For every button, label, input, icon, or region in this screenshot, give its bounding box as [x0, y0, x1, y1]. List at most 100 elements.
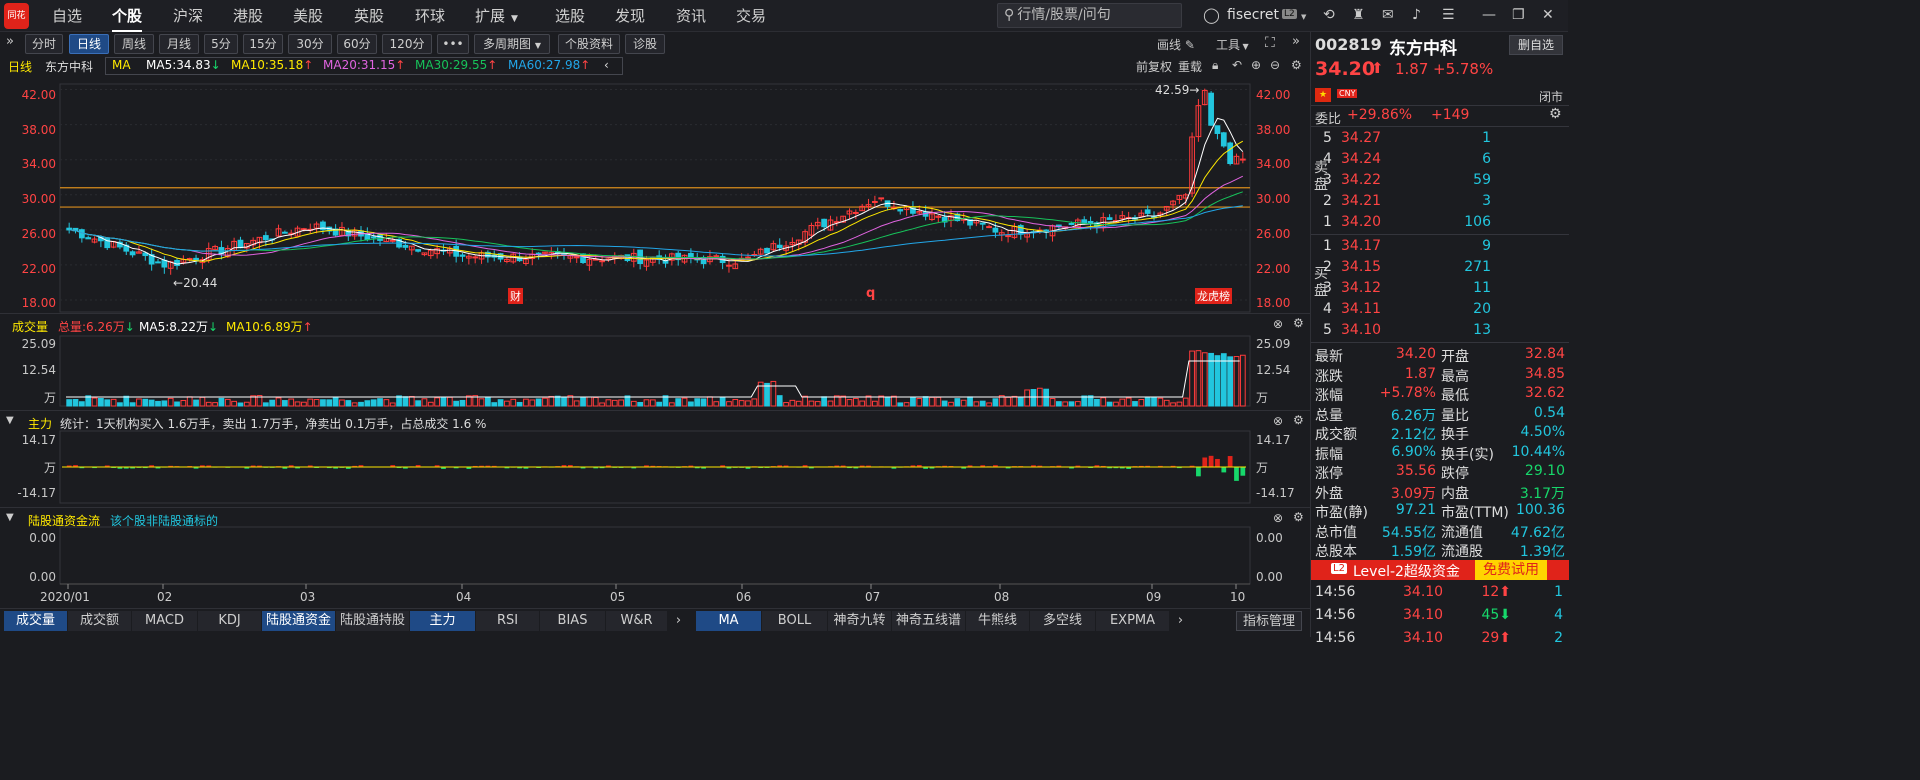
tab-magic-nine[interactable]: 神奇九转 [828, 611, 892, 631]
chevron-right-icon[interactable]: › [670, 611, 688, 631]
tab-long-short[interactable]: 多空线 [1030, 611, 1096, 631]
mail-icon[interactable]: ✉ [1382, 7, 1394, 23]
skin-icon[interactable]: ♜ [1352, 7, 1365, 23]
period-fenshi[interactable]: 分时 [25, 34, 63, 54]
tools-dropdown[interactable]: 工具 ▼ [1216, 36, 1249, 53]
diagnose-button[interactable]: 诊股 [625, 34, 665, 54]
username[interactable]: fisecret [1227, 7, 1279, 23]
tab-magic-five[interactable]: 神奇五线谱 [892, 611, 966, 631]
buy-row[interactable]: 2 34.15 271 [1311, 259, 1569, 278]
level2-banner[interactable]: L2 Level-2超级资金 免费试用 [1311, 560, 1569, 580]
tab-expma[interactable]: EXPMA [1096, 611, 1170, 631]
sell-row[interactable]: 5 34.27 1 [1311, 130, 1569, 149]
restore-icon[interactable]: ❐ [1512, 7, 1525, 23]
period-rixian[interactable]: 日线 [69, 34, 109, 54]
nav-item-ganggu[interactable]: 港股 [233, 0, 263, 32]
bell-icon[interactable]: ♪ [1412, 7, 1421, 23]
hk-flow-title[interactable]: 陆股通资金流 [28, 512, 100, 529]
user-avatar-icon[interactable]: ◯ [1203, 6, 1220, 24]
tab-macd[interactable]: MACD [132, 611, 198, 631]
tab-kdj[interactable]: KDJ [198, 611, 262, 631]
zoom-out-icon[interactable]: ⊖ [1270, 58, 1280, 72]
nav-item-yinggu[interactable]: 英股 [354, 0, 384, 32]
collapse-icon[interactable]: ▼ [6, 512, 14, 523]
stock-info-button[interactable]: 个股资料 [558, 34, 620, 54]
settings-gear-icon[interactable]: ⚙ [1291, 58, 1302, 72]
tab-volume[interactable]: 成交量 [4, 611, 68, 631]
zoom-in-icon[interactable]: ⊕ [1251, 58, 1261, 72]
close-panel-icon[interactable]: ⊗ [1273, 317, 1283, 331]
tab-rsi[interactable]: RSI [476, 611, 540, 631]
period-zhouxian[interactable]: 周线 [114, 34, 154, 54]
reload-button[interactable]: 重载 [1178, 58, 1202, 75]
search-box[interactable]: ⚲ 行情/股票/问句 [997, 3, 1182, 28]
indicator-manage-button[interactable]: 指标管理 [1236, 611, 1302, 631]
main-force-title[interactable]: 主力 [28, 415, 52, 432]
expand-left-icon[interactable]: » [6, 34, 14, 49]
multi-period-dropdown[interactable]: 多周期图 ▼ [474, 34, 550, 54]
close-panel-icon[interactable]: ⊗ [1273, 511, 1283, 525]
refresh-icon[interactable]: ⟲ [1323, 7, 1335, 23]
sell-row[interactable]: 1 34.20 106 [1311, 214, 1569, 233]
minimize-icon[interactable]: — [1482, 7, 1496, 23]
nav-item-jiaoyi[interactable]: 交易 [736, 0, 766, 32]
close-panel-icon[interactable]: ⊗ [1273, 414, 1283, 428]
app-logo[interactable]: 同花顺 [4, 3, 29, 47]
tab-amount[interactable]: 成交额 [68, 611, 132, 631]
draw-line-button[interactable]: 画线 ✎ [1157, 36, 1195, 53]
tab-bias[interactable]: BIAS [540, 611, 606, 631]
nav-item-zixun[interactable]: 资讯 [676, 0, 706, 32]
tab-bull-bear[interactable]: 牛熊线 [966, 611, 1030, 631]
user-menu-chevron-icon[interactable]: ▼ [1301, 13, 1306, 21]
sell-row[interactable]: 3 34.22 59 [1311, 172, 1569, 191]
more-periods-button[interactable]: ••• [437, 34, 469, 54]
sell-row[interactable]: 2 34.21 3 [1311, 193, 1569, 212]
collapse-left-icon[interactable]: ‹ [604, 58, 609, 72]
buy-row[interactable]: 4 34.11 20 [1311, 301, 1569, 320]
chevron-right-icon[interactable]: › [1172, 611, 1190, 631]
close-icon[interactable]: ✕ [1542, 7, 1554, 23]
dragon-tiger-marker[interactable]: 龙虎榜 [1195, 288, 1232, 304]
fq-button[interactable]: 前复权 [1136, 58, 1172, 75]
nav-item-kuozhan[interactable]: 扩展 ▼ [475, 0, 518, 32]
finance-marker[interactable]: 财 [508, 288, 523, 304]
buy-row[interactable]: 3 34.12 11 [1311, 280, 1569, 299]
nav-item-gegu[interactable]: 个股 [112, 0, 143, 32]
period-yuexian[interactable]: 月线 [159, 34, 199, 54]
expand-right-icon[interactable]: » [1292, 34, 1300, 49]
period-30min[interactable]: 30分 [288, 34, 332, 54]
nav-item-xuangu[interactable]: 选股 [555, 0, 585, 32]
tab-ma[interactable]: MA [696, 611, 762, 631]
period-60min[interactable]: 60分 [337, 34, 377, 54]
tab-main-force[interactable]: 主力 [410, 611, 476, 631]
collapse-icon[interactable]: ▼ [6, 415, 14, 426]
q-marker[interactable]: q [866, 286, 875, 301]
lock-icon[interactable]: 🔒︎ [1212, 58, 1218, 73]
menu-icon[interactable]: ☰ [1442, 7, 1455, 23]
panel-settings-icon[interactable]: ⚙ [1293, 316, 1304, 330]
nav-item-meigu[interactable]: 美股 [293, 0, 323, 32]
undo-icon[interactable]: ↶ [1232, 58, 1242, 72]
delete-watchlist-button[interactable]: 删自选 [1509, 35, 1563, 55]
nav-item-hushen[interactable]: 沪深 [173, 0, 203, 32]
free-trial-button[interactable]: 免费试用 [1475, 560, 1547, 580]
buy-row[interactable]: 1 34.17 9 [1311, 238, 1569, 257]
tab-hk-holding[interactable]: 陆股通持股 [336, 611, 410, 631]
ma-indicator-name[interactable]: MA [112, 58, 131, 72]
nav-item-faxian[interactable]: 发现 [615, 0, 645, 32]
sell-row[interactable]: 4 34.24 6 [1311, 151, 1569, 170]
quote-settings-icon[interactable]: ⚙ [1549, 106, 1562, 122]
nav-item-zixuan[interactable]: 自选 [52, 0, 82, 32]
volume-title[interactable]: 成交量 [12, 318, 48, 335]
period-15min[interactable]: 15分 [243, 34, 283, 54]
panel-settings-icon[interactable]: ⚙ [1293, 510, 1304, 524]
buy-row[interactable]: 5 34.10 13 [1311, 322, 1569, 341]
tab-boll[interactable]: BOLL [762, 611, 828, 631]
fullscreen-icon[interactable]: ⛶ [1265, 35, 1275, 51]
tab-wr[interactable]: W&R [606, 611, 668, 631]
period-5min[interactable]: 5分 [204, 34, 238, 54]
period-120min[interactable]: 120分 [382, 34, 432, 54]
nav-item-huanqiu[interactable]: 环球 [415, 0, 445, 32]
tab-hk-flow[interactable]: 陆股通资金 [262, 611, 336, 631]
panel-settings-icon[interactable]: ⚙ [1293, 413, 1304, 427]
